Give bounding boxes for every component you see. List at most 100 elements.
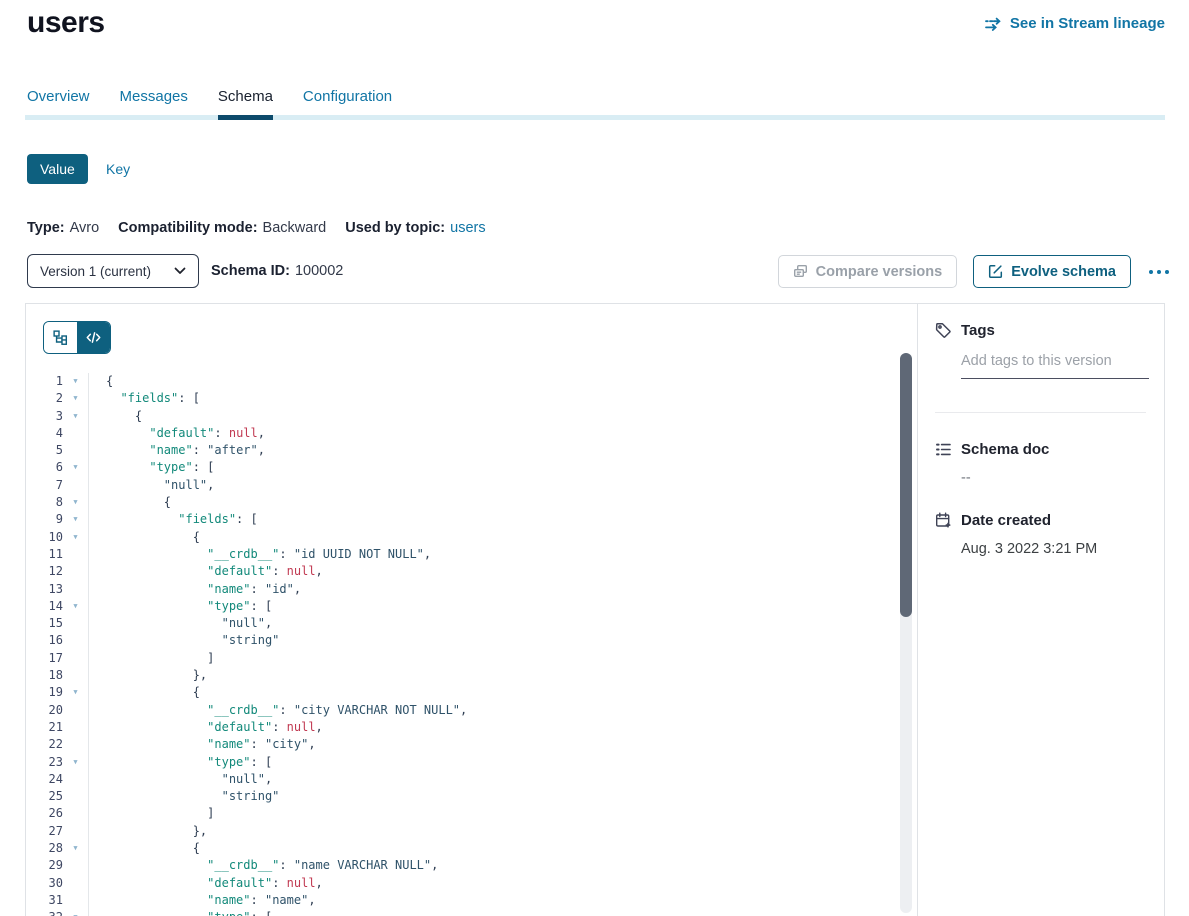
code-line: 7 "null", (26, 477, 899, 494)
code-text: }, (89, 667, 899, 684)
schema-doc-value: -- (961, 470, 1146, 486)
line-number: 22 (26, 736, 63, 753)
compare-versions-button[interactable]: Compare versions (778, 255, 958, 288)
fold-toggle-icon[interactable]: ▼ (63, 598, 89, 615)
code-text: "name": "after", (89, 442, 899, 459)
code-line: 15 "null", (26, 615, 899, 632)
schema-id-value: 100002 (295, 263, 343, 279)
tree-view-icon (53, 330, 68, 345)
code-line: 26 ] (26, 805, 899, 822)
fold-toggle-icon[interactable]: ▼ (63, 840, 89, 857)
line-number: 13 (26, 581, 63, 598)
fold-spacer (63, 581, 89, 598)
code-line: 28▼ { (26, 840, 899, 857)
code-text: { (89, 373, 899, 390)
line-number: 27 (26, 823, 63, 840)
tags-heading: Tags (935, 322, 1146, 339)
add-tags-input[interactable] (961, 353, 1149, 379)
fold-spacer (63, 788, 89, 805)
fold-spacer (63, 805, 89, 822)
line-number: 7 (26, 477, 63, 494)
code-line: 16 "string" (26, 632, 899, 649)
schema-panel: 1▼{2▼ "fields": [3▼ {4 "default": null,5… (25, 303, 1165, 916)
code-text: "__crdb__": "name VARCHAR NULL", (89, 857, 899, 874)
fold-spacer (63, 632, 89, 649)
line-number: 31 (26, 892, 63, 909)
fold-toggle-icon[interactable]: ▼ (63, 459, 89, 476)
code-text: "fields": [ (89, 511, 899, 528)
fold-spacer (63, 702, 89, 719)
used-by-topic-label: Used by topic: (345, 220, 445, 236)
code-text: "name": "id", (89, 581, 899, 598)
code-text: "null", (89, 615, 899, 632)
tags-section: Tags (935, 322, 1146, 413)
code-text: ] (89, 650, 899, 667)
code-text: { (89, 408, 899, 425)
line-number: 5 (26, 442, 63, 459)
stream-lineage-link[interactable]: See in Stream lineage (985, 15, 1165, 32)
code-text: "default": null, (89, 563, 899, 580)
code-text: "__crdb__": "city VARCHAR NOT NULL", (89, 702, 899, 719)
tree-view-button[interactable] (44, 322, 77, 353)
fold-toggle-icon[interactable]: ▼ (63, 408, 89, 425)
tab-messages[interactable]: Messages (120, 88, 188, 120)
line-number: 21 (26, 719, 63, 736)
line-number: 24 (26, 771, 63, 788)
evolve-schema-button[interactable]: Evolve schema (973, 255, 1131, 288)
topic-link[interactable]: users (450, 220, 485, 236)
line-number: 25 (26, 788, 63, 805)
code-text: { (89, 840, 899, 857)
tab-overview[interactable]: Overview (27, 88, 90, 120)
fold-spacer (63, 823, 89, 840)
fold-toggle-icon[interactable]: ▼ (63, 684, 89, 701)
line-number: 32 (26, 909, 63, 916)
version-select[interactable]: Version 1 (current) (27, 254, 199, 288)
more-options-button[interactable] (1147, 266, 1171, 278)
line-number: 3 (26, 408, 63, 425)
fold-spacer (63, 563, 89, 580)
fold-toggle-icon[interactable]: ▼ (63, 390, 89, 407)
line-number: 16 (26, 632, 63, 649)
line-number: 10 (26, 529, 63, 546)
fold-toggle-icon[interactable]: ▼ (63, 754, 89, 771)
code-view-button[interactable] (77, 322, 110, 353)
tab-schema[interactable]: Schema (218, 88, 273, 120)
type-value: Avro (70, 220, 100, 236)
code-line: 31 "name": "name", (26, 892, 899, 909)
tab-bar: Overview Messages Schema Configuration (25, 88, 1165, 120)
code-line: 30 "default": null, (26, 875, 899, 892)
version-actions: Compare versions Evolve schema (778, 255, 1171, 288)
version-select-value: Version 1 (current) (40, 264, 151, 279)
fold-toggle-icon[interactable]: ▼ (63, 373, 89, 390)
fold-toggle-icon[interactable]: ▼ (63, 494, 89, 511)
fold-spacer (63, 892, 89, 909)
chevron-down-icon (174, 267, 186, 275)
code-text: "string" (89, 632, 899, 649)
fold-spacer (63, 615, 89, 632)
meta-type: Type: Avro (27, 220, 99, 236)
schema-meta-row: Type: Avro Compatibility mode: Backward … (27, 220, 486, 236)
code-text: "default": null, (89, 719, 899, 736)
line-number: 2 (26, 390, 63, 407)
code-text: ] (89, 805, 899, 822)
evolve-schema-label: Evolve schema (1011, 264, 1116, 280)
line-number: 20 (26, 702, 63, 719)
code-line: 27 }, (26, 823, 899, 840)
code-text: "__crdb__": "id UUID NOT NULL", (89, 546, 899, 563)
value-toggle-button[interactable]: Value (27, 154, 88, 184)
key-toggle-button[interactable]: Key (102, 154, 134, 184)
line-number: 11 (26, 546, 63, 563)
editor-scrollbar-track[interactable] (900, 353, 912, 913)
fold-spacer (63, 719, 89, 736)
tab-configuration[interactable]: Configuration (303, 88, 392, 120)
fold-toggle-icon[interactable]: ▼ (63, 511, 89, 528)
sidebar-divider (935, 412, 1146, 413)
schema-info-sidebar: Tags Schema doc -- (917, 304, 1164, 916)
fold-toggle-icon[interactable]: ▼ (63, 909, 89, 916)
code-text: "default": null, (89, 425, 899, 442)
editor-scrollbar-thumb[interactable] (900, 353, 912, 617)
fold-spacer (63, 875, 89, 892)
code-text: "name": "name", (89, 892, 899, 909)
code-line: 22 "name": "city", (26, 736, 899, 753)
fold-toggle-icon[interactable]: ▼ (63, 529, 89, 546)
